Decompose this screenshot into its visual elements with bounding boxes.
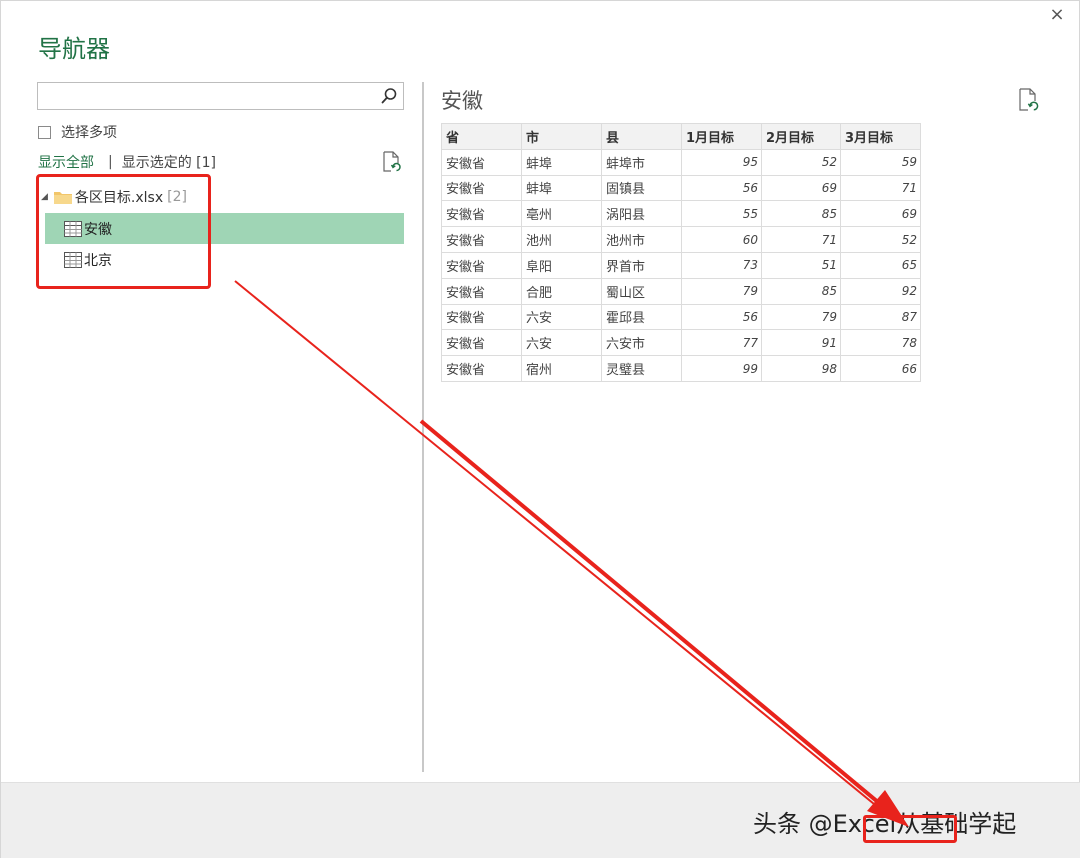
table-row: 安徽省 蚌埠 蚌埠市 95 52 59: [441, 148, 921, 176]
search-box: [37, 82, 404, 110]
table-cell: 51: [761, 251, 841, 279]
table-row: 安徽省 亳州 涡阳县 55 85 69: [441, 200, 921, 228]
table-cell: 71: [761, 226, 841, 253]
table-cell: 56: [681, 174, 762, 202]
refresh-icon[interactable]: [382, 151, 402, 173]
table-cell: 99: [681, 355, 762, 382]
table-cell: 蚌埠: [521, 174, 602, 202]
table-row: 安徽省 宿州 灵璧县 99 98 66: [441, 355, 921, 382]
table-cell: 安徽省: [441, 226, 522, 253]
search-input[interactable]: [38, 83, 373, 109]
table-cell: 73: [681, 251, 762, 279]
table-row: 安徽省 六安 六安市 77 91 78: [441, 329, 921, 357]
table-cell: 69: [761, 174, 841, 202]
table-cell: 91: [761, 329, 841, 357]
table-cell: 65: [840, 251, 921, 279]
table-cell: 87: [840, 303, 921, 331]
table-cell: 六安市: [601, 329, 682, 357]
filter-links: 显示全部 | 显示选定的 [1]: [38, 152, 216, 172]
table-row: 安徽省 蚌埠 固镇县 56 69 71: [441, 174, 921, 202]
table-cell: 79: [681, 277, 762, 305]
table-cell: 亳州: [521, 200, 602, 228]
table-cell: 涡阳县: [601, 200, 682, 228]
show-all-link[interactable]: 显示全部: [38, 152, 94, 172]
multi-select-option[interactable]: 选择多项: [38, 122, 117, 142]
table-cell: 固镇县: [601, 174, 682, 202]
table-row: 安徽省 合肥 蜀山区 79 85 92: [441, 277, 921, 305]
annotation-highlight-box: [36, 174, 211, 289]
table-cell: 85: [761, 200, 841, 228]
column-header: 2月目标: [761, 123, 841, 150]
multi-select-label: 选择多项: [61, 125, 117, 141]
column-header: 1月目标: [681, 123, 762, 150]
table-cell: 安徽省: [441, 303, 522, 331]
table-cell: 52: [761, 148, 841, 176]
table-row: 安徽省 阜阳 界首市 73 51 65: [441, 251, 921, 279]
table-cell: 59: [840, 148, 921, 176]
table-cell: 95: [681, 148, 762, 176]
table-cell: 安徽省: [441, 251, 522, 279]
close-icon[interactable]: ×: [1047, 5, 1067, 25]
table-cell: 宿州: [521, 355, 602, 382]
table-cell: 合肥: [521, 277, 602, 305]
table-cell: 池州: [521, 226, 602, 253]
preview-table: 省 市 县 1月目标 2月目标 3月目标 安徽省 蚌埠 蚌埠市 95 52 59 安徽省 蚌埠…: [441, 123, 921, 382]
table-cell: 安徽省: [441, 200, 522, 228]
window-title: 导航器: [38, 35, 110, 63]
table-cell: 阜阳: [521, 251, 602, 279]
table-cell: 安徽省: [441, 174, 522, 202]
table-cell: 66: [840, 355, 921, 382]
table-cell: 60: [681, 226, 762, 253]
table-cell: 77: [681, 329, 762, 357]
annotation-highlight-box: [863, 815, 957, 843]
column-header: 3月目标: [840, 123, 921, 150]
table-cell: 安徽省: [441, 329, 522, 357]
table-row: 安徽省 池州 池州市 60 71 52: [441, 226, 921, 253]
table-cell: 52: [840, 226, 921, 253]
table-cell: 55: [681, 200, 762, 228]
table-cell: 霍邱县: [601, 303, 682, 331]
table-row: 安徽省 六安 霍邱县 56 79 87: [441, 303, 921, 331]
table-cell: 78: [840, 329, 921, 357]
table-cell: 98: [761, 355, 841, 382]
table-cell: 灵璧县: [601, 355, 682, 382]
preview-title: 安徽: [441, 89, 483, 113]
table-cell: 六安: [521, 329, 602, 357]
multi-select-checkbox[interactable]: [38, 125, 51, 139]
pane-divider[interactable]: [422, 82, 424, 772]
link-separator: |: [108, 154, 113, 170]
table-cell: 71: [840, 174, 921, 202]
table-cell: 69: [840, 200, 921, 228]
table-header-row: 省 市 县 1月目标 2月目标 3月目标: [441, 123, 921, 150]
column-header: 省: [441, 123, 522, 150]
table-cell: 界首市: [601, 251, 682, 279]
table-cell: 85: [761, 277, 841, 305]
column-header: 市: [521, 123, 602, 150]
table-cell: 56: [681, 303, 762, 331]
search-icon[interactable]: [379, 86, 399, 106]
table-cell: 安徽省: [441, 277, 522, 305]
show-selected-link[interactable]: 显示选定的 [1]: [122, 152, 216, 172]
table-cell: 蚌埠: [521, 148, 602, 176]
table-cell: 池州市: [601, 226, 682, 253]
navigator-window: × 导航器 选择多项 显示全部 | 显示选定的 [1] ◢ 各区目标.xlsx …: [0, 0, 1080, 858]
table-cell: 安徽省: [441, 148, 522, 176]
table-cell: 79: [761, 303, 841, 331]
table-cell: 92: [840, 277, 921, 305]
table-cell: 六安: [521, 303, 602, 331]
column-header: 县: [601, 123, 682, 150]
table-cell: 安徽省: [441, 355, 522, 382]
table-cell: 蚌埠市: [601, 148, 682, 176]
refresh-icon[interactable]: [1018, 88, 1040, 112]
table-cell: 蜀山区: [601, 277, 682, 305]
